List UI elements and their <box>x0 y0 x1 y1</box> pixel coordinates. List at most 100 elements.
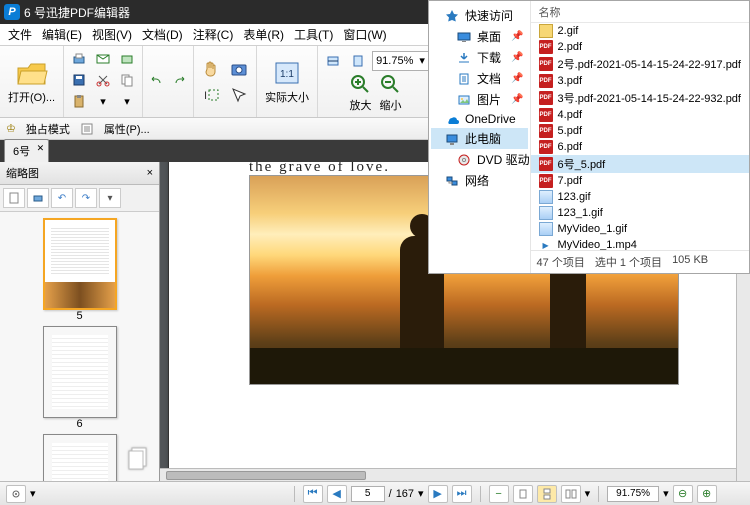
zoom-out-sb[interactable]: − <box>489 485 509 503</box>
redo-button[interactable] <box>169 72 191 92</box>
file-row[interactable]: 123_1.gif <box>531 205 749 221</box>
print-button[interactable] <box>68 49 90 69</box>
scroll-thumb[interactable] <box>166 471 366 480</box>
first-page-button[interactable]: ⏮ <box>303 485 323 503</box>
file-row[interactable]: PDF2.pdf <box>531 39 749 55</box>
layout-single[interactable] <box>513 485 533 503</box>
thumbnail-list[interactable]: 5 6 7 <box>0 212 159 481</box>
zoom-input-dd[interactable]: ▾ <box>663 487 669 500</box>
next-page-button[interactable]: ▶ <box>428 485 448 503</box>
page-dd[interactable]: ▾ <box>418 487 424 500</box>
nav-item-desktop[interactable]: 桌面📌 <box>431 26 528 47</box>
file-row[interactable]: MyVideo_1.mp4 <box>531 237 749 250</box>
thumb-tool-rotl[interactable]: ↶ <box>51 188 73 208</box>
file-row[interactable]: PDF6.pdf <box>531 139 749 155</box>
select-tool-button[interactable]: I <box>198 82 224 108</box>
page-number-input[interactable] <box>351 486 385 502</box>
panel-close-icon[interactable]: × <box>147 167 153 179</box>
prev-page-button[interactable]: ◀ <box>327 485 347 503</box>
thumbnail-panel: 缩略图 × ↶ ↷ ▾ 5 6 7 <box>0 162 160 481</box>
file-row[interactable]: PDF2号.pdf-2021-05-14-15-24-22-917.pdf <box>531 55 749 73</box>
text-select-icon: I <box>202 86 220 104</box>
hand-tool-button[interactable] <box>198 56 224 82</box>
thumbnail-page-5[interactable]: 5 <box>4 218 155 322</box>
dd1[interactable]: ▾ <box>92 91 114 111</box>
document-tab[interactable]: 6号 ✕ <box>4 139 49 162</box>
snapshot-button[interactable] <box>226 56 252 82</box>
scan-button[interactable] <box>116 49 138 69</box>
fit-page-button[interactable] <box>347 51 369 71</box>
nav-item-network[interactable]: 网络 <box>431 170 528 191</box>
file-name: 3号.pdf-2021-05-14-15-24-22-932.pdf <box>558 90 741 106</box>
undo-button[interactable] <box>145 72 167 92</box>
thumb-tool-rotr[interactable]: ↷ <box>75 188 97 208</box>
menu-窗口(W)[interactable]: 窗口(W) <box>339 24 390 45</box>
zoom-in-label: 放大 <box>349 97 371 113</box>
actual-size-button[interactable]: 1:1 实际大小 <box>261 57 313 107</box>
thumbnail-page-6[interactable]: 6 <box>4 326 155 430</box>
layout-continuous[interactable] <box>537 485 557 503</box>
menu-视图(V)[interactable]: 视图(V) <box>88 24 136 45</box>
edit-tool-button[interactable] <box>226 82 252 108</box>
menu-文档(D)[interactable]: 文档(D) <box>138 24 187 45</box>
single-page-icon <box>517 488 529 500</box>
dd2[interactable]: ▾ <box>116 91 138 111</box>
thumb-tool-more[interactable]: ▾ <box>99 188 121 208</box>
nav-item-thispc[interactable]: 此电脑 <box>431 128 528 149</box>
zoom-more[interactable]: ⊕ <box>697 485 717 503</box>
thumb-tool-print[interactable] <box>27 188 49 208</box>
nav-item-download[interactable]: 下载📌 <box>431 47 528 68</box>
zoom-in-button[interactable]: 放大 <box>345 73 375 113</box>
save-button[interactable] <box>68 70 90 90</box>
nav-item-pic[interactable]: 图片📌 <box>431 89 528 110</box>
page-total: 167 <box>396 488 414 500</box>
horizontal-scrollbar[interactable] <box>160 468 736 481</box>
file-name: 6.pdf <box>558 141 582 153</box>
fit-width-button[interactable] <box>322 51 344 71</box>
folder-icon <box>539 24 553 38</box>
paste-button[interactable] <box>68 91 90 111</box>
nav-item-dvd[interactable]: DVD 驱动器 (E:) offi <box>431 149 528 170</box>
file-list[interactable]: 2.gifPDF2.pdfPDF2号.pdf-2021-05-14-15-24-… <box>531 23 749 250</box>
menu-注释(C)[interactable]: 注释(C) <box>189 24 238 45</box>
mail-button[interactable] <box>92 49 114 69</box>
thumb-tool-new[interactable] <box>3 188 25 208</box>
layout-facing[interactable] <box>561 485 581 503</box>
cut-button[interactable] <box>92 70 114 90</box>
file-row[interactable]: 2.gif <box>531 23 749 39</box>
file-row[interactable]: 123.gif <box>531 189 749 205</box>
nav-item-onedrive[interactable]: OneDrive <box>431 110 528 128</box>
file-row[interactable]: PDF4.pdf <box>531 107 749 123</box>
file-row[interactable]: PDF5.pdf <box>531 123 749 139</box>
close-tab-icon[interactable]: ✕ <box>37 143 45 154</box>
exclusive-mode-button[interactable]: 独占模式 <box>26 121 70 137</box>
options-dd[interactable]: ▾ <box>30 487 36 500</box>
nav-item-quick[interactable]: 快速访问 <box>431 5 528 26</box>
properties-button[interactable]: 属性(P)... <box>104 121 150 137</box>
file-row[interactable]: PDF3.pdf <box>531 73 749 89</box>
menu-工具(T)[interactable]: 工具(T) <box>290 24 337 45</box>
zoom-input[interactable] <box>607 486 659 502</box>
menu-编辑(E)[interactable]: 编辑(E) <box>38 24 86 45</box>
menu-表单(R)[interactable]: 表单(R) <box>239 24 288 45</box>
last-page-button[interactable]: ⏭ <box>452 485 472 503</box>
zoom-less[interactable]: ⊖ <box>673 485 693 503</box>
thispc-icon <box>445 132 459 146</box>
file-row[interactable]: PDF7.pdf <box>531 173 749 189</box>
copy-button[interactable] <box>116 70 138 90</box>
file-row[interactable]: PDF6号_5.pdf <box>531 155 749 173</box>
zoom-out-button[interactable]: 缩小 <box>375 73 405 113</box>
pages-stack-icon <box>126 446 152 477</box>
column-header-name[interactable]: 名称 <box>531 1 749 23</box>
layout-dd[interactable]: ▾ <box>585 487 591 500</box>
zoom-dd-icon: ▾ <box>416 54 428 67</box>
file-row[interactable]: MyVideo_1.gif <box>531 221 749 237</box>
menu-文件[interactable]: 文件 <box>4 24 36 45</box>
options-button[interactable] <box>6 485 26 503</box>
actual-size-icon: 1:1 <box>272 59 302 87</box>
file-row[interactable]: PDF3号.pdf-2021-05-14-15-24-22-932.pdf <box>531 89 749 107</box>
zoom-combo[interactable]: 91.75%▾ <box>372 51 429 71</box>
open-button[interactable]: 打开(O)... <box>4 57 59 107</box>
svg-text:I: I <box>204 90 207 102</box>
nav-item-doc[interactable]: 文档📌 <box>431 68 528 89</box>
